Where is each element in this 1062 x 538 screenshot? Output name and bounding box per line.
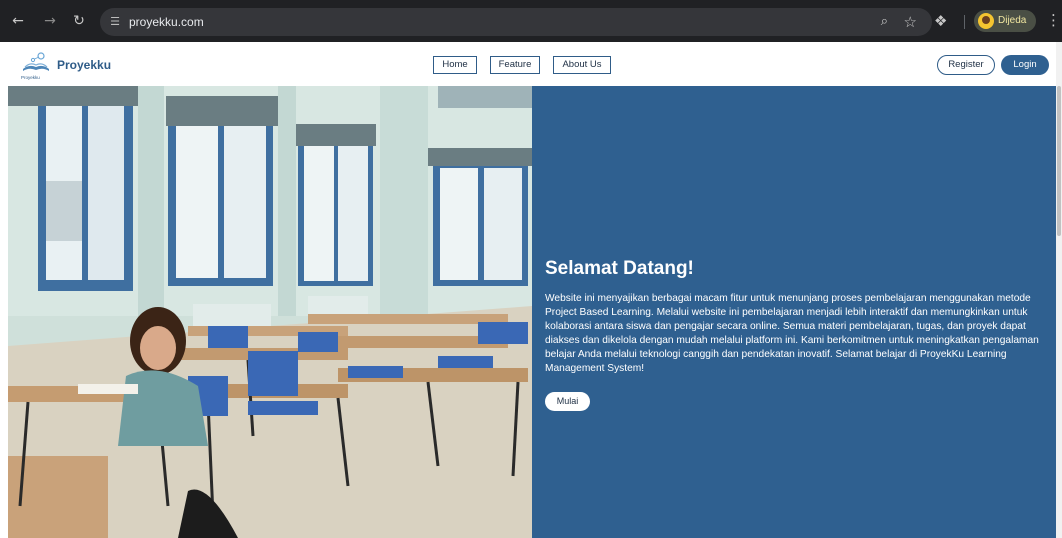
brand-name[interactable]: Proyekku [57,58,111,72]
login-button[interactable]: Login [1001,55,1049,75]
zoom-icon[interactable]: ⌕ [881,14,888,29]
forward-arrow-icon[interactable]: → [42,13,58,29]
extensions-icon[interactable]: ❖ [934,12,947,30]
browser-toolbar: ← → ↻ ☰ proyekku.com ⌕ ☆ ❖ Dijeda ⋮ [0,0,1062,42]
register-button[interactable]: Register [937,55,995,75]
profile-name: Dijeda [998,15,1027,26]
profile-avatar-icon [978,13,994,29]
proyekku-logo-icon[interactable]: Proyekku [20,50,52,80]
classroom-photo [8,86,532,538]
hero-description: Website ini menyajikan berbagai macam fi… [545,293,1039,375]
reload-icon[interactable]: ↻ [71,13,87,29]
profile-button[interactable]: Dijeda [974,10,1036,32]
logo-caption: Proyekku [21,75,40,80]
scrollbar-thumb[interactable] [1057,86,1061,236]
site-settings-icon[interactable]: ☰ [108,15,122,29]
address-bar[interactable]: ☰ proyekku.com ⌕ ☆ [100,8,932,36]
nav-about-link[interactable]: About Us [553,56,611,74]
mulai-button[interactable]: Mulai [545,392,590,411]
nav-feature-link[interactable]: Feature [490,56,540,74]
site-header: Proyekku Proyekku Home Feature About Us … [0,42,1056,86]
star-icon[interactable]: ☆ [904,13,917,31]
hero-panel: Selamat Datang! Website ini menyajikan b… [532,86,1056,538]
page-scrollbar[interactable] [1056,42,1062,538]
kebab-menu-icon[interactable]: ⋮ [1046,11,1061,29]
back-arrow-icon[interactable]: ← [10,13,26,29]
url-text[interactable]: proyekku.com [129,15,204,29]
hero-title: Selamat Datang! [545,258,694,279]
nav-home-link[interactable]: Home [433,56,477,74]
toolbar-divider [964,15,965,29]
